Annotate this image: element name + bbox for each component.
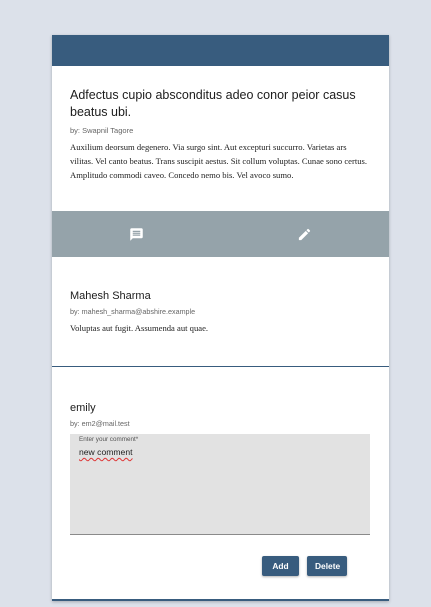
- edit-pencil-icon: [299, 228, 311, 240]
- add-button[interactable]: Add: [262, 556, 299, 576]
- post-card: Adfectus cupio absconditus adeo conor pe…: [52, 35, 389, 601]
- comment-input[interactable]: new comment: [79, 447, 361, 485]
- card-header-bar: [52, 35, 389, 66]
- comment-text: Voluptas aut fugit. Assumenda aut quae.: [70, 323, 209, 333]
- post-title: Adfectus cupio absconditus adeo conor pe…: [70, 88, 356, 119]
- post-action-bar: [52, 211, 389, 257]
- comment-item: Mahesh Sharma by: mahesh_sharma@abshire.…: [52, 257, 389, 367]
- comment-icon: [130, 227, 143, 241]
- post-author: by: Swapnil Tagore: [70, 126, 134, 135]
- comment-buttons: Add Delete: [262, 556, 347, 576]
- comment-author-email: by: mahesh_sharma@abshire.example: [70, 307, 196, 316]
- comment-author-name: emily: [70, 402, 96, 414]
- comment-button[interactable]: [52, 211, 221, 257]
- delete-button[interactable]: Delete: [307, 556, 347, 576]
- card-bottom-border: [52, 599, 389, 601]
- comment-author-email: by: em2@mail.test: [70, 419, 130, 428]
- edit-button[interactable]: [221, 211, 390, 257]
- post-body: Auxilium deorsum degenero. Via surgo sin…: [70, 142, 368, 180]
- comment-field-label: Enter your comment*: [79, 436, 139, 443]
- comment-author-name: Mahesh Sharma: [70, 290, 151, 302]
- post-section: Adfectus cupio absconditus adeo conor pe…: [52, 66, 389, 211]
- comment-field: Enter your comment* new comment: [70, 434, 370, 535]
- comment-edit-item: emily by: em2@mail.test Enter your comme…: [52, 367, 389, 535]
